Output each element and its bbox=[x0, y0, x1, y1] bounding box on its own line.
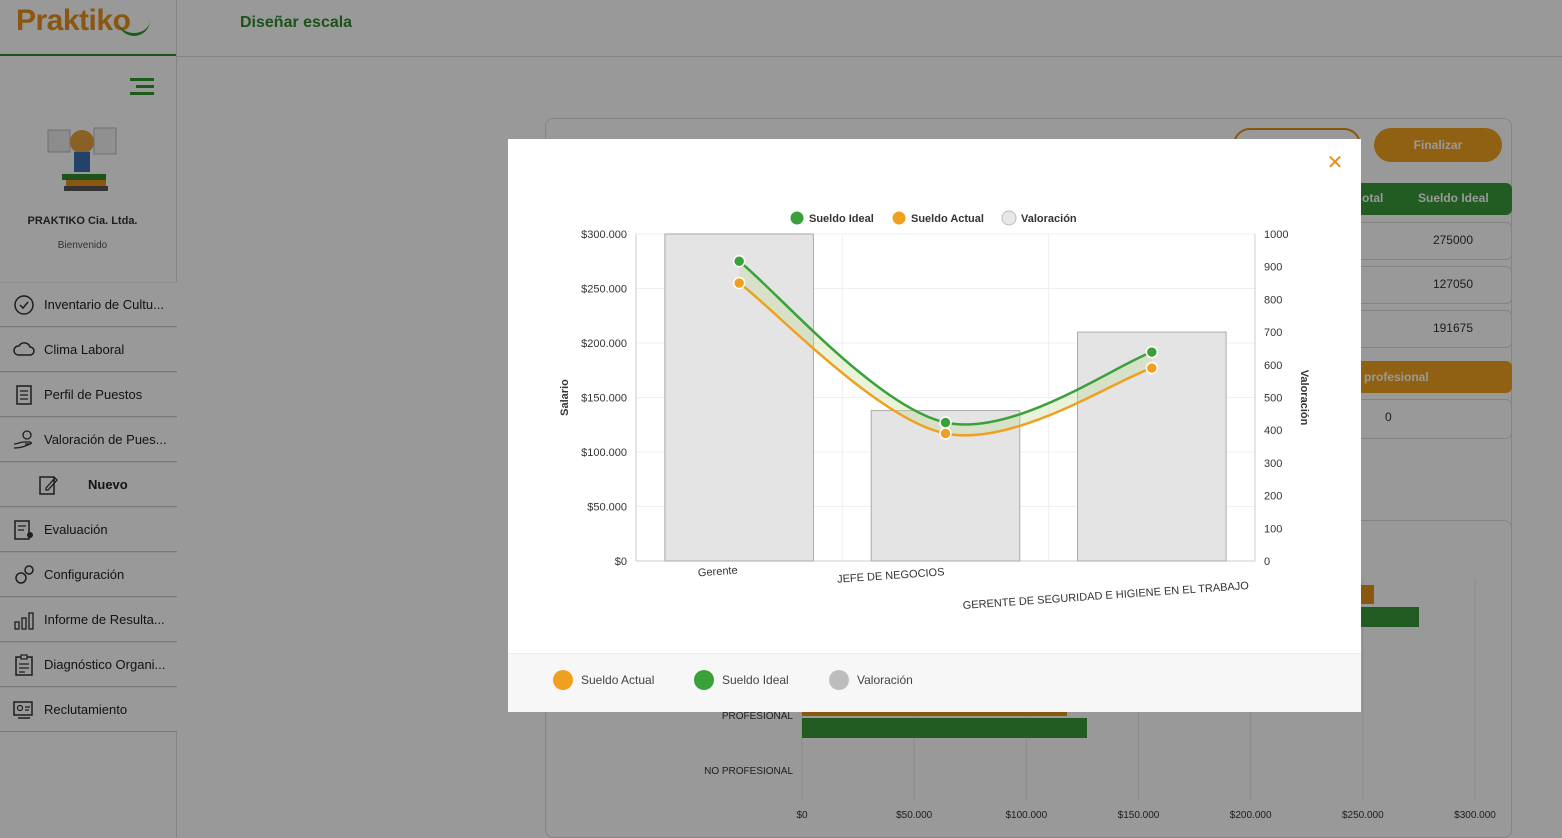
y2-tick-label: 0 bbox=[1264, 556, 1270, 568]
point-sueldo-actual[interactable] bbox=[1145, 361, 1159, 375]
y-tick-label: $300.000 bbox=[581, 229, 627, 241]
legend-label: Sueldo Actual bbox=[581, 673, 655, 687]
footer-legend-ideal[interactable]: Sueldo Ideal bbox=[694, 670, 789, 690]
y2-tick-label: 100 bbox=[1264, 523, 1282, 535]
y2-tick-label: 800 bbox=[1264, 294, 1282, 306]
legend-label: Sueldo Ideal bbox=[722, 673, 789, 687]
point-sueldo-actual[interactable] bbox=[732, 276, 746, 290]
point-sueldo-actual[interactable] bbox=[939, 427, 952, 440]
legend-label: Valoración bbox=[857, 673, 913, 687]
footer-legend-actual[interactable]: Sueldo Actual bbox=[553, 670, 654, 690]
x-tick-label: GERENTE DE SEGURIDAD E HIGIENE EN EL TRA… bbox=[962, 580, 1249, 612]
combo-chart: Sueldo Ideal Sueldo Actual Valoración $0 $50… bbox=[559, 210, 1310, 612]
y-axis-title: Salario bbox=[559, 379, 571, 416]
x-tick-label: Gerente bbox=[698, 565, 738, 580]
y2-tick-label: 200 bbox=[1264, 491, 1282, 503]
y2-tick-label: 400 bbox=[1264, 425, 1282, 437]
point-sueldo-ideal[interactable] bbox=[939, 416, 952, 429]
legend-dot bbox=[694, 670, 714, 690]
y2-tick-label: 300 bbox=[1264, 458, 1282, 470]
chart-modal: ✕ Sueldo Ideal Sueldo Actual Valoración $0 $… bbox=[508, 139, 1361, 712]
legend-label[interactable]: Sueldo Actual bbox=[911, 213, 984, 225]
y-tick-label: $150.000 bbox=[581, 393, 627, 405]
point-sueldo-ideal[interactable] bbox=[1145, 345, 1159, 359]
y-tick-label: $100.000 bbox=[581, 447, 627, 459]
modal-footer: Sueldo Actual Sueldo Ideal Valoración bbox=[508, 653, 1361, 712]
legend-label[interactable]: Sueldo Ideal bbox=[809, 213, 874, 225]
legend-marker bbox=[891, 210, 907, 226]
y2-tick-label: 500 bbox=[1264, 393, 1282, 405]
y2-tick-label: 900 bbox=[1264, 262, 1282, 274]
y-tick-label: $200.000 bbox=[581, 338, 627, 350]
legend-marker bbox=[1001, 210, 1017, 226]
y2-axis-title: Valoración bbox=[1298, 370, 1310, 426]
x-tick-label: JEFE DE NEGOCIOS bbox=[837, 566, 945, 585]
point-sueldo-ideal[interactable] bbox=[732, 255, 746, 268]
y2-tick-label: 600 bbox=[1264, 360, 1282, 372]
legend-marker bbox=[789, 210, 805, 226]
y-tick-label: $50.000 bbox=[587, 502, 627, 514]
y2-tick-label: 700 bbox=[1264, 327, 1282, 339]
legend-dot bbox=[829, 670, 849, 690]
y-tick-label: $0 bbox=[615, 556, 627, 568]
footer-legend-valoracion[interactable]: Valoración bbox=[829, 670, 913, 690]
legend-dot bbox=[553, 670, 573, 690]
y-tick-label: $250.000 bbox=[581, 284, 627, 296]
legend-label[interactable]: Valoración bbox=[1021, 213, 1077, 225]
y2-tick-label: 1000 bbox=[1264, 229, 1288, 241]
